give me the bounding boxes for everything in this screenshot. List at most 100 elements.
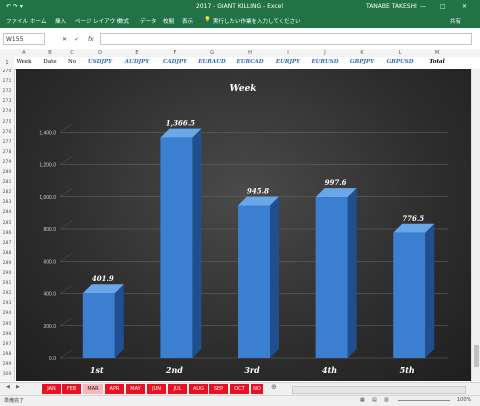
sheet-tab-jul[interactable]: JUL <box>168 384 187 394</box>
header-cell-usdjpy[interactable]: USDJPY <box>88 59 112 65</box>
col-header-g[interactable]: G <box>210 50 214 56</box>
row-number[interactable]: 280 <box>0 170 14 175</box>
row-number[interactable]: 288 <box>0 251 14 256</box>
header-cell-eurcad[interactable]: EURCAD <box>237 59 264 65</box>
chart-area[interactable]: Week 0.0 200.0 400.0 600.0 800.0 1,000.0 1,200… <box>16 69 471 381</box>
tab-formulas[interactable]: 数式 <box>118 17 129 25</box>
sheet-tab-may[interactable]: MAY <box>126 384 145 394</box>
col-header-f[interactable]: F <box>174 50 177 56</box>
row-number[interactable]: 294 <box>0 311 14 316</box>
row-number[interactable]: 271 <box>0 79 14 84</box>
header-cell-euraud[interactable]: EURAUD <box>198 59 225 65</box>
col-header-l[interactable]: L <box>399 50 402 56</box>
col-header-k[interactable]: K <box>360 50 363 56</box>
header-cell-cadjpy[interactable]: CADJPY <box>163 59 187 65</box>
fx-icon[interactable]: fx <box>88 36 94 43</box>
row-number[interactable]: 273 <box>0 99 14 104</box>
quick-access-toolbar[interactable]: ↶ ↷ ▾ <box>6 3 23 10</box>
sheet-tab-no[interactable]: NO <box>251 384 263 394</box>
row-number[interactable]: 278 <box>0 150 14 155</box>
zoom-level[interactable]: 100% <box>457 397 471 403</box>
sheet-tab-oct[interactable]: OCT <box>230 384 249 394</box>
header-cell-gbpusd[interactable]: GBPUSD <box>386 59 413 65</box>
row-number[interactable]: 295 <box>0 322 14 327</box>
col-header-c[interactable]: C <box>70 50 74 56</box>
row-number[interactable]: 289 <box>0 261 14 266</box>
row-number[interactable]: 272 <box>0 89 14 94</box>
row-number[interactable]: 291 <box>0 281 14 286</box>
row-number[interactable]: 296 <box>0 332 14 337</box>
row-number[interactable]: 292 <box>0 291 14 296</box>
col-header-h[interactable]: H <box>248 50 252 56</box>
header-cell-eurjpy[interactable]: EURJPY <box>276 59 300 65</box>
row-number[interactable]: 298 <box>0 352 14 357</box>
tab-data[interactable]: データ <box>140 17 157 25</box>
col-header-i[interactable]: I <box>287 50 288 56</box>
header-cell-week[interactable]: Week <box>16 59 31 65</box>
page-layout-view-icon[interactable]: ▤ <box>372 397 377 403</box>
row-number[interactable]: 270 <box>0 69 14 74</box>
sheet-tab-jan[interactable]: JAN <box>42 384 61 394</box>
row-number[interactable]: 287 <box>0 241 14 246</box>
row-number[interactable]: 277 <box>0 140 14 145</box>
page-break-view-icon[interactable]: ▥ <box>384 397 389 403</box>
enter-icon[interactable]: ✓ <box>74 36 79 43</box>
maximize-icon[interactable]: □ <box>440 3 446 10</box>
sheet-tab-apr[interactable]: APR <box>105 384 124 394</box>
row-number-1[interactable]: 1 <box>0 57 14 69</box>
sheet-tab-mar[interactable]: MAR <box>83 384 103 394</box>
formula-input[interactable] <box>100 33 472 45</box>
tab-scroll-left-icon[interactable]: ◀ <box>6 384 10 390</box>
sheet-tab-aug[interactable]: AUG <box>189 384 208 394</box>
tab-file[interactable]: ファイル <box>6 17 28 25</box>
row-number[interactable]: 274 <box>0 109 14 114</box>
col-header-a[interactable]: A <box>22 50 25 56</box>
row-number[interactable]: 284 <box>0 210 14 215</box>
col-header-j[interactable]: J <box>324 50 325 56</box>
add-sheet-icon[interactable]: ⊕ <box>271 383 277 391</box>
tab-home[interactable]: ホーム <box>30 17 46 25</box>
row-number[interactable]: 286 <box>0 231 14 236</box>
row-number[interactable]: 283 <box>0 200 14 205</box>
header-cell-eurusd[interactable]: EURUSD <box>311 59 338 65</box>
col-header-e[interactable]: E <box>135 50 138 56</box>
row-number[interactable]: 279 <box>0 160 14 165</box>
tell-me-box[interactable]: 実行したい作業を入力してください <box>213 17 301 25</box>
col-header-b[interactable]: B <box>48 50 51 56</box>
header-cell-date[interactable]: Date <box>43 59 56 65</box>
row-number[interactable]: 275 <box>0 120 14 125</box>
row-number[interactable]: 297 <box>0 342 14 347</box>
row-number[interactable]: 282 <box>0 190 14 195</box>
sheet-tab-sep[interactable]: SEP <box>209 384 228 394</box>
tab-page-layout[interactable]: ページ レイアウト <box>75 17 121 25</box>
tab-scroll-right-icon[interactable]: ▶ <box>16 384 20 390</box>
close-icon[interactable]: ✕ <box>462 3 467 10</box>
row-number[interactable]: 281 <box>0 180 14 185</box>
tab-view[interactable]: 表示 <box>182 17 193 25</box>
tab-insert[interactable]: 挿入 <box>55 17 66 25</box>
row-number[interactable]: 293 <box>0 301 14 306</box>
sheet-tab-feb[interactable]: FEB <box>62 384 81 394</box>
row-number[interactable]: 300 <box>0 372 14 377</box>
header-cell-total[interactable]: Total <box>429 59 444 65</box>
minimize-icon[interactable]: — <box>420 3 426 10</box>
vertical-scrollbar[interactable] <box>471 69 480 381</box>
col-header-m[interactable]: M <box>435 50 439 56</box>
row-number[interactable]: 299 <box>0 362 14 367</box>
scrollbar-thumb[interactable] <box>474 345 479 367</box>
name-box[interactable]: W155 <box>3 33 45 45</box>
col-header-d[interactable]: D <box>98 50 102 56</box>
horizontal-scrollbar[interactable] <box>292 386 466 394</box>
tab-review[interactable]: 校閲 <box>163 17 174 25</box>
row-number[interactable]: 276 <box>0 130 14 135</box>
cancel-icon[interactable]: ✕ <box>62 36 67 43</box>
row-number[interactable]: 290 <box>0 271 14 276</box>
sheet-tab-jun[interactable]: JUN <box>147 384 166 394</box>
normal-view-icon[interactable]: ▦ <box>360 397 365 403</box>
share-button[interactable]: 共有 <box>450 17 461 25</box>
header-cell-no[interactable]: No <box>68 59 76 65</box>
zoom-slider[interactable] <box>398 400 450 401</box>
row-number[interactable]: 285 <box>0 221 14 226</box>
header-cell-gbpjpy[interactable]: GBPJPY <box>350 59 374 65</box>
header-cell-audjpy[interactable]: AUDJPY <box>125 59 150 65</box>
